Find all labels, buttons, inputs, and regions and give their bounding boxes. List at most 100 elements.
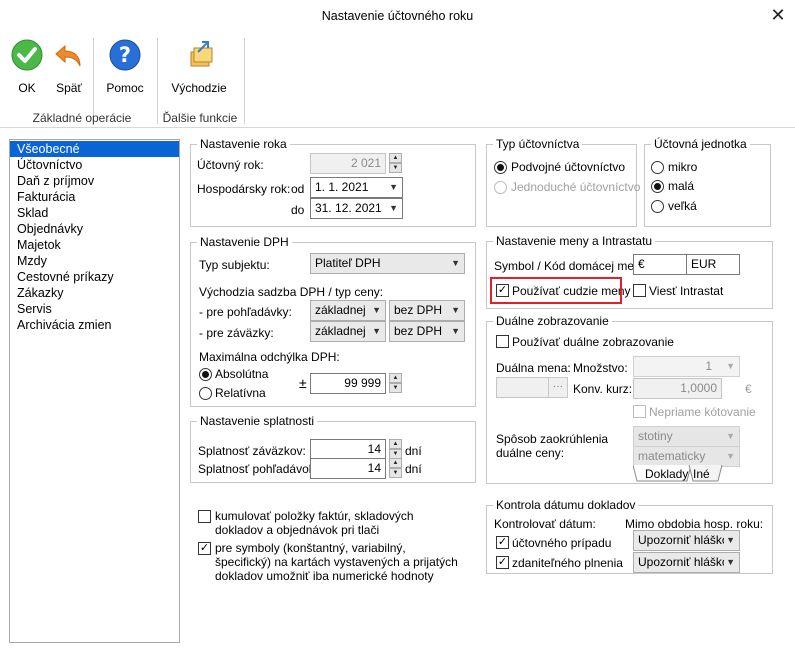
ok-button[interactable]: OK — [8, 38, 46, 102]
dual-currency-browse-button[interactable]: ··· — [548, 377, 568, 398]
currency-legend: Nastavenie meny a Intrastatu — [493, 234, 656, 248]
ok-label: OK — [18, 81, 36, 95]
nav-item[interactable]: Archivácia zmien — [10, 317, 179, 333]
reset-defaults-icon — [190, 41, 213, 67]
tab-ine[interactable]: Iné — [693, 467, 710, 481]
unit-micro-label: mikro — [668, 160, 698, 174]
receivables-type-value: bez DPH — [394, 303, 443, 317]
receivables-rate-value: základnej — [315, 303, 366, 317]
year-spinner[interactable]: ▲ ▼ — [389, 153, 402, 174]
chevron-down-icon: ▼ — [451, 305, 460, 315]
absolute-label: Absolútna — [215, 367, 269, 381]
tax-date-checkbox[interactable]: ✓ — [496, 556, 509, 569]
fiscal-to-date[interactable]: 31. 12. 2021 ▼ — [310, 198, 403, 219]
liabilities-type-value: bez DPH — [394, 324, 443, 338]
receivables-rate-select[interactable]: základnej ▼ — [310, 300, 386, 321]
due-liabilities-field[interactable]: 14 — [310, 439, 386, 460]
indirect-quote-checkbox[interactable] — [633, 405, 646, 418]
to-label: do — [291, 203, 305, 217]
currency-code-field[interactable]: EUR — [686, 254, 740, 275]
chevron-down-icon: ▼ — [724, 553, 735, 572]
tax-date-action-select[interactable]: Upozorniť hláškou ▼ — [633, 552, 740, 573]
max-diff-field[interactable]: 99 999 — [310, 373, 386, 394]
undo-arrow-icon — [55, 44, 81, 67]
checkmark-icon — [11, 39, 43, 71]
conversion-rate-field[interactable]: 1,0000 — [633, 378, 722, 399]
rounding-method-value: matematicky — [638, 449, 706, 463]
chevron-down-icon: ▼ — [389, 203, 398, 213]
unit-small-label: malá — [668, 179, 695, 193]
rounding-precision-value: stotiny — [638, 429, 673, 443]
nav-item[interactable]: Všeobecné — [10, 141, 179, 157]
receivables-type-select[interactable]: bez DPH ▼ — [389, 300, 465, 321]
chevron-down-icon: ▼ — [726, 361, 735, 371]
spin-up-icon[interactable]: ▲ — [389, 458, 402, 468]
nav-item[interactable]: Daň z príjmov — [10, 173, 179, 189]
unit-large-radio[interactable] — [651, 200, 664, 213]
double-entry-label: Podvojné účtovníctvo — [511, 160, 626, 174]
nav-item[interactable]: Fakturácia — [10, 189, 179, 205]
nav-item[interactable]: Mzdy — [10, 253, 179, 269]
from-date-value: 1. 1. 2021 — [315, 180, 369, 194]
cumulate-checkbox[interactable] — [198, 510, 211, 523]
intrastat-checkbox[interactable] — [633, 284, 646, 297]
dual-currency-label: Duálna mena: — [496, 361, 571, 375]
due-receivables-spinner[interactable]: ▲ ▼ — [389, 458, 402, 479]
spin-up-icon[interactable]: ▲ — [389, 439, 402, 449]
help-button[interactable]: ? Pomoc — [103, 38, 147, 102]
use-dual-checkbox[interactable] — [496, 335, 509, 348]
fiscal-from-date[interactable]: 1. 1. 2021 ▼ — [310, 177, 403, 198]
accounting-year-label: Účtovný rok: — [197, 158, 264, 172]
nav-item[interactable]: Účtovníctvo — [10, 157, 179, 173]
quantity-select[interactable]: 1 ▼ — [633, 356, 740, 377]
chevron-down-icon: ▼ — [372, 305, 381, 315]
relative-label: Relatívna — [215, 386, 266, 400]
double-entry-radio[interactable] — [494, 161, 507, 174]
days-label: dní — [405, 444, 422, 458]
absolute-radio[interactable] — [199, 368, 212, 381]
nav-item[interactable]: Sklad — [10, 205, 179, 221]
accounting-year-field[interactable]: 2 021 — [310, 153, 386, 174]
dual-currency-field[interactable] — [496, 377, 549, 398]
liabilities-type-select[interactable]: bez DPH ▼ — [389, 321, 465, 342]
nav-item[interactable]: Objednávky — [10, 221, 179, 237]
subject-type-select[interactable]: Platiteľ DPH ▼ — [310, 253, 465, 274]
spin-down-icon[interactable]: ▼ — [389, 383, 402, 393]
symbols-checkbox[interactable]: ✓ — [198, 542, 211, 555]
case-date-action-value: Upozorniť hláškou — [638, 533, 736, 547]
spin-up-icon[interactable]: ▲ — [389, 153, 402, 163]
spin-down-icon[interactable]: ▼ — [389, 468, 402, 478]
conversion-rate-label: Konv. kurz: — [573, 382, 633, 396]
case-date-label: účtovného prípadu — [512, 536, 612, 550]
rounding-precision-select[interactable]: stotiny ▼ — [633, 426, 740, 447]
max-diff-spinner[interactable]: ▲ ▼ — [389, 373, 402, 394]
nav-item[interactable]: Majetok — [10, 237, 179, 253]
back-button[interactable]: Späť — [52, 38, 86, 102]
close-icon[interactable]: ✕ — [766, 4, 790, 26]
defaults-button[interactable]: Východzie — [166, 38, 232, 102]
spin-up-icon[interactable]: ▲ — [389, 373, 402, 383]
max-diff-label: Maximálna odchýlka DPH: — [199, 350, 340, 364]
chevron-down-icon: ▼ — [451, 258, 460, 268]
spin-down-icon[interactable]: ▼ — [389, 163, 402, 173]
tab-doklady[interactable]: Doklady — [645, 467, 688, 481]
currency-symbol-field[interactable]: € — [633, 254, 687, 275]
nav-item[interactable]: Cestovné príkazy — [10, 269, 179, 285]
nav-item[interactable]: Servis — [10, 301, 179, 317]
ribbon-separator — [157, 38, 158, 124]
due-liabilities-spinner[interactable]: ▲ ▼ — [389, 439, 402, 460]
dual-legend: Duálne zobrazovanie — [493, 314, 612, 328]
case-date-checkbox[interactable]: ✓ — [496, 536, 509, 549]
due-liabilities-label: Splatnosť záväzkov: — [198, 444, 306, 458]
rounding-label-1: Spôsob zaokrúhlenia — [496, 432, 609, 446]
rounding-method-select[interactable]: matematicky ▼ — [633, 446, 740, 467]
due-receivables-field[interactable]: 14 — [310, 458, 386, 479]
nav-item[interactable]: Zákazky — [10, 285, 179, 301]
accounting-type-legend: Typ účtovníctva — [493, 137, 583, 151]
single-entry-radio[interactable] — [494, 181, 507, 194]
relative-radio[interactable] — [199, 387, 212, 400]
liabilities-rate-select[interactable]: základnej ▼ — [310, 321, 386, 342]
case-date-action-select[interactable]: Upozorniť hláškou ▼ — [633, 530, 740, 551]
unit-micro-radio[interactable] — [651, 161, 664, 174]
unit-small-radio[interactable] — [651, 180, 664, 193]
